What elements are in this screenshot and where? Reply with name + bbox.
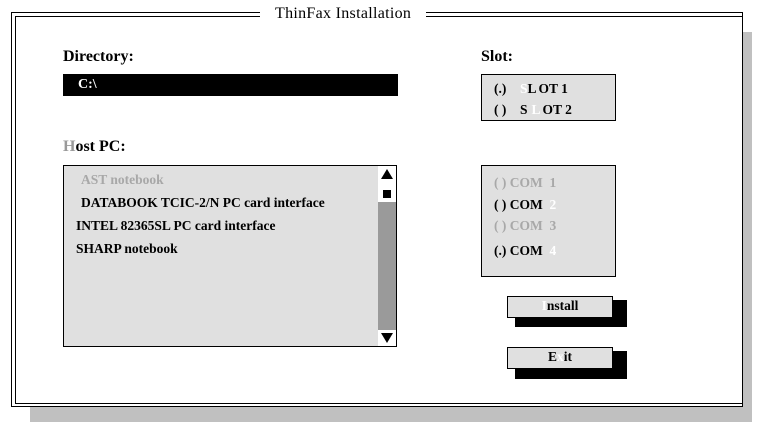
slot-1-prefix: S [520,81,528,96]
slot-2-text: OT 2 [542,102,572,117]
com-3-radio[interactable]: ( ) COM 3 [494,218,556,234]
list-item[interactable]: AST notebook [81,172,164,188]
exit-hotkey: x [557,349,564,364]
radio-empty-icon: ( ) [494,102,507,117]
slot-2-radio[interactable]: ( ) S L OT 2 [494,102,572,118]
dialog-title: ThinFax Installation [260,4,427,24]
slot-1-radio[interactable]: (.) SL OT 1 [494,81,568,97]
install-label: nstall [546,298,579,313]
com-4-label: COM [509,243,543,258]
com-2-radio[interactable]: ( ) COM 2 [494,197,556,213]
host-pc-scrollbar[interactable] [378,166,396,346]
com-1-number: 1 [549,175,557,190]
com-3-label: COM [509,218,543,233]
com-4-radio[interactable]: (.) COM 4 [494,243,556,259]
radio-empty-icon: ( ) [494,197,507,212]
slot-1-text: OT 1 [538,81,568,96]
host-pc-label-text: ost PC: [75,138,126,155]
arrow-down-icon [381,333,393,343]
slot-2-hotkey: L [531,102,541,117]
exit-label-suffix: it [563,349,572,364]
com-2-label: COM [509,197,543,212]
list-item[interactable]: INTEL 82365SL PC card interface [76,218,276,234]
host-pc-label: Host PC: [63,138,126,156]
list-item[interactable]: SHARP notebook [76,241,178,257]
radio-selected-icon: (.) [494,243,507,258]
radio-empty-icon: ( ) [494,175,507,190]
com-1-label: COM [509,175,543,190]
exit-button[interactable]: Exit [507,347,613,369]
com-group: ( ) COM 1 ( ) COM 2 ( ) COM 3 (.) COM 4 [481,165,616,277]
scroll-up-button[interactable] [378,166,396,182]
slot-group: (.) SL OT 1 ( ) S L OT 2 [481,74,616,121]
com-1-radio[interactable]: ( ) COM 1 [494,175,556,191]
slot-2-prefix: S [520,102,528,117]
scroll-down-button[interactable] [378,330,396,346]
host-pc-listbox[interactable]: AST notebook DATABOOK TCIC-2/N PC card i… [63,165,397,347]
directory-input[interactable]: C:\ [63,74,398,96]
com-2-number: 2 [549,197,557,212]
host-pc-hotkey: H [63,138,76,155]
exit-label-prefix: E [547,349,557,364]
com-4-number: 4 [549,243,557,258]
slot-label: Slot: [481,48,513,65]
arrow-up-icon [381,169,393,179]
list-item[interactable]: DATABOOK TCIC-2/N PC card interface [81,195,325,211]
directory-label: Directory: [63,48,134,65]
radio-empty-icon: ( ) [494,218,507,233]
scroll-thumb[interactable] [381,188,393,200]
slot-1-hotkey: L [527,81,537,96]
radio-selected-icon: (.) [494,81,507,96]
install-button[interactable]: Install [507,296,613,318]
com-3-number: 3 [549,218,557,233]
